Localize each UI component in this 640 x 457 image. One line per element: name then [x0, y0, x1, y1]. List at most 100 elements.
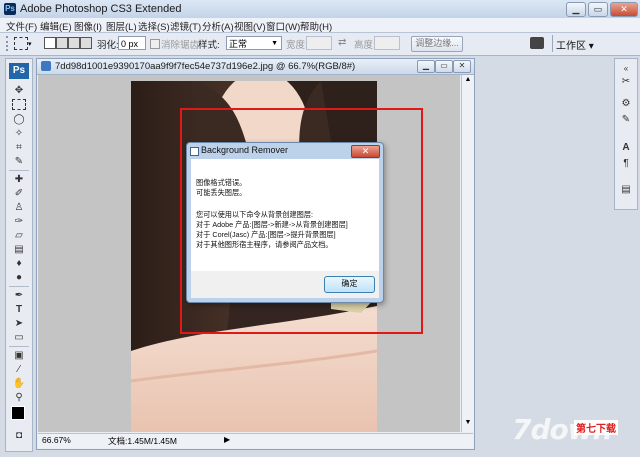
dialog-body: 图像格式错误。 可能丢失图层。 您可以使用以下命令从背景创建图层: 对于 Ado…: [191, 159, 379, 271]
height-label: 高度:: [354, 40, 376, 51]
path-selection-tool-icon[interactable]: ➤: [11, 317, 27, 330]
menu-image[interactable]: 图像(I): [74, 19, 102, 33]
menu-edit[interactable]: 编辑(E): [40, 19, 72, 33]
dialog-close-button[interactable]: ✕: [351, 145, 380, 158]
app-title: Adobe Photoshop CS3 Extended: [20, 3, 182, 15]
dialog-message-line: 对于 Adobe 产品:[图层->新建->从背景创建图层]: [196, 220, 348, 229]
menu-layer[interactable]: 图层(L): [106, 19, 137, 33]
eraser-tool-icon[interactable]: ▱: [11, 229, 27, 242]
paragraph-panel-icon[interactable]: ¶: [618, 157, 634, 171]
dodge-tool-icon[interactable]: ●: [11, 271, 27, 284]
feather-input[interactable]: 0 px: [118, 36, 146, 50]
doc-maximize-button[interactable]: ▭: [435, 60, 453, 73]
blur-tool-icon[interactable]: ♦: [11, 257, 27, 270]
healing-brush-tool-icon[interactable]: ✚: [11, 173, 27, 186]
tools-divider: [9, 286, 29, 287]
ok-button[interactable]: 确定: [324, 276, 375, 293]
type-tool-icon[interactable]: T: [11, 303, 27, 316]
dialog-message-line: 您可以使用以下命令从背景创建图层:: [196, 210, 313, 219]
height-input[interactable]: [374, 36, 400, 50]
chevron-down-icon[interactable]: ▾: [28, 40, 32, 48]
style-label: 样式:: [198, 40, 220, 51]
doc-close-button[interactable]: ✕: [453, 60, 471, 73]
quick-mask-icon[interactable]: ◘: [11, 429, 27, 442]
intersect-selection-icon[interactable]: [80, 37, 92, 49]
crop-tool-icon[interactable]: ⌗: [11, 141, 27, 154]
menu-window[interactable]: 窗口(W): [266, 19, 300, 33]
zoom-level[interactable]: 66.67%: [42, 435, 71, 445]
move-tool-icon[interactable]: ✥: [11, 84, 27, 97]
document-title: 7dd98d1001e9390170aa9f9f7fec54e737d196e2…: [55, 61, 356, 72]
tools-divider: [9, 170, 29, 171]
marquee-tool-icon[interactable]: [12, 99, 26, 110]
close-button[interactable]: ✕: [610, 2, 638, 17]
vertical-scrollbar[interactable]: ▲ ▼: [461, 75, 474, 432]
brush-tool-icon[interactable]: ✐: [11, 187, 27, 200]
character-panel-icon[interactable]: A: [618, 141, 634, 155]
pen-tool-icon[interactable]: ✒: [11, 289, 27, 302]
menu-view[interactable]: 视图(V): [234, 19, 266, 33]
document-icon: [41, 61, 51, 71]
doc-minimize-button[interactable]: ▁: [417, 60, 435, 73]
style-select-value: 正常: [229, 39, 248, 49]
dialog-title: Background Remover: [201, 145, 289, 155]
refine-edge-button[interactable]: 调整边缘...: [411, 36, 463, 52]
eyedropper-tool-icon[interactable]: ⁄: [11, 363, 27, 376]
add-selection-icon[interactable]: [56, 37, 68, 49]
dock-collapse-icon[interactable]: «: [618, 62, 634, 76]
new-selection-icon[interactable]: [44, 37, 56, 49]
document-statusbar: 66.67% 文档:1.45M/1.45M ▶: [38, 433, 473, 448]
foreground-color-swatch[interactable]: [11, 406, 25, 420]
minimize-button[interactable]: ▁: [566, 2, 586, 17]
notes-tool-icon[interactable]: ▣: [11, 349, 27, 362]
dialog-message-line: 对于 Corel(Jasc) 产品:[图层->提升背景图层]: [196, 230, 336, 239]
style-select[interactable]: 正常 ▼: [226, 36, 282, 50]
menu-select[interactable]: 选择(S): [138, 19, 170, 33]
menu-filter[interactable]: 滤镜(T): [170, 19, 201, 33]
clone-stamp-tool-icon[interactable]: ♙: [11, 201, 27, 214]
slice-tool-icon[interactable]: ✎: [11, 155, 27, 168]
width-input[interactable]: [306, 36, 332, 50]
swap-icon[interactable]: ⇄: [338, 37, 346, 48]
chevron-down-icon: ▼: [271, 40, 278, 47]
history-brush-tool-icon[interactable]: ✑: [11, 215, 27, 228]
dialog-titlebar[interactable]: Background Remover ✕: [187, 143, 383, 158]
layer-comps-panel-icon[interactable]: ▤: [618, 183, 634, 197]
photoshop-logo-icon: Ps: [9, 63, 29, 79]
options-grip[interactable]: [6, 36, 12, 51]
bridge-icon[interactable]: [530, 37, 544, 49]
status-menu-icon[interactable]: ▶: [224, 435, 230, 444]
scroll-up-icon[interactable]: ▲: [463, 76, 473, 86]
watermark-label: 第七下载: [574, 420, 618, 435]
dialog-window-icon: [190, 147, 199, 156]
magic-wand-tool-icon[interactable]: ✧: [11, 127, 27, 140]
antialias-checkbox[interactable]: [150, 39, 160, 49]
tools-divider: [9, 346, 29, 347]
subtract-selection-icon[interactable]: [68, 37, 80, 49]
tools-panel: Ps ✥ ◯ ✧ ⌗ ✎ ✚ ✐ ♙ ✑ ▱ ▤ ♦ ● ✒ T ➤ ▭ ▣ ⁄…: [5, 58, 33, 452]
workspace-menu[interactable]: 工作区 ▾: [556, 37, 594, 52]
gradient-tool-icon[interactable]: ▤: [11, 243, 27, 256]
tool-presets-panel-icon[interactable]: ⚙: [618, 97, 634, 111]
menu-file[interactable]: 文件(F): [6, 19, 37, 33]
shape-tool-icon[interactable]: ▭: [11, 331, 27, 344]
menu-help[interactable]: 帮助(H): [300, 19, 332, 33]
brushes-panel-icon[interactable]: ✎: [618, 113, 634, 127]
menu-bar: 文件(F) 编辑(E) 图像(I) 图层(L) 选择(S) 滤镜(T) 分析(A…: [0, 18, 640, 33]
document-size[interactable]: 文档:1.45M/1.45M: [108, 435, 177, 447]
menu-analysis[interactable]: 分析(A): [202, 19, 234, 33]
rect-marquee-preset-icon[interactable]: [14, 37, 28, 50]
maximize-button[interactable]: ▭: [588, 2, 608, 17]
background-remover-dialog: Background Remover ✕ 图像格式错误。 可能丢失图层。 您可以…: [186, 142, 384, 303]
dialog-footer: 确定: [191, 271, 379, 298]
zoom-tool-icon[interactable]: ⚲: [11, 391, 27, 404]
lasso-tool-icon[interactable]: ◯: [11, 113, 27, 126]
scroll-down-icon[interactable]: ▼: [463, 419, 473, 429]
options-divider: [552, 35, 553, 52]
dialog-message-line: 对于其他图形宿主程序，请参阅产品文档。: [196, 240, 333, 249]
document-titlebar[interactable]: 7dd98d1001e9390170aa9f9f7fec54e737d196e2…: [37, 59, 474, 75]
right-panel-dock: « ✂ ⚙ ✎ A ¶ ▤: [614, 58, 638, 210]
app-titlebar: Ps Adobe Photoshop CS3 Extended ▁ ▭ ✕: [0, 0, 640, 19]
hand-tool-icon[interactable]: ✋: [11, 377, 27, 390]
navigator-panel-icon[interactable]: ✂: [618, 75, 634, 89]
